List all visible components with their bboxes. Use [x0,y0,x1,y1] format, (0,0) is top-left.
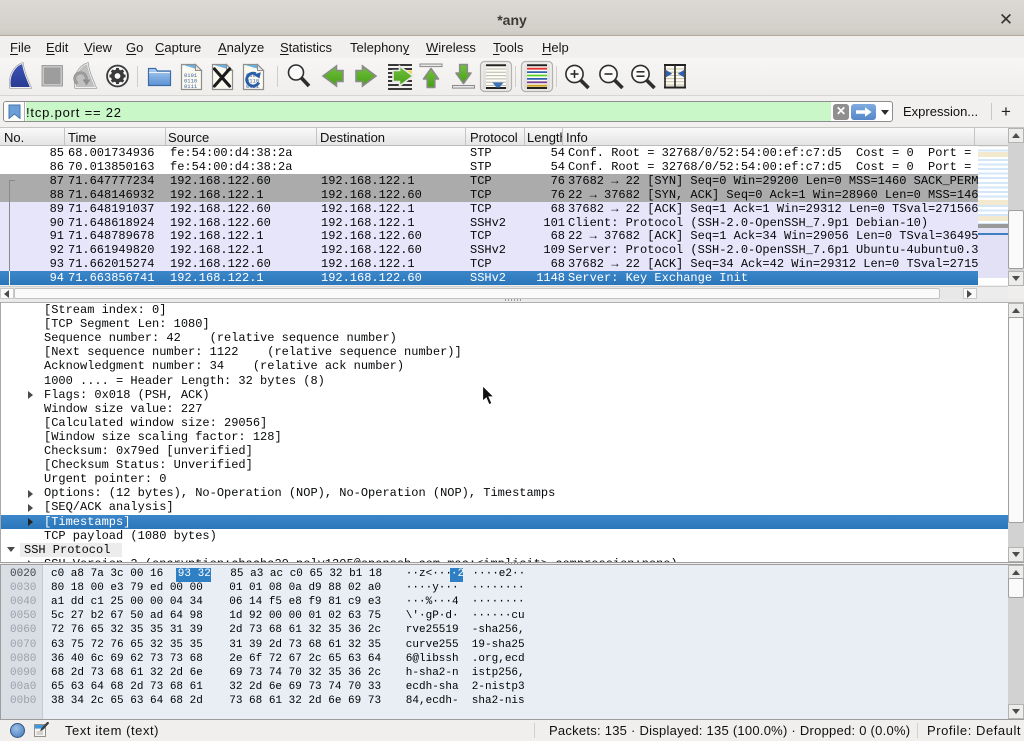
svg-text:0111: 0111 [184,83,198,90]
